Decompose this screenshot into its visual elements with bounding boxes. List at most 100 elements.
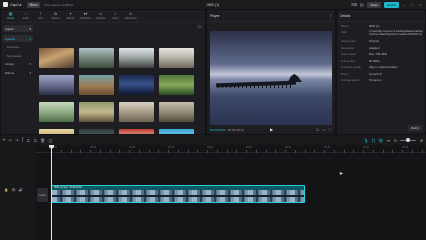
detail-label: Arrange layers: [341, 78, 360, 83]
delete-icon[interactable]: 🗑 [40, 138, 45, 143]
media-thumbnail[interactable] [79, 48, 114, 68]
link-icon[interactable]: ⛓ [379, 138, 384, 143]
player-controls: 00:00:00:00 00:00:18:19 ▶ ⊡ ▭ ⛶ [210, 126, 332, 133]
share-button[interactable]: Share [367, 1, 382, 8]
media-thumbnail[interactable] [159, 129, 194, 134]
detail-value: Rec. 709 SDR [369, 52, 387, 57]
media-thumbnail[interactable] [79, 102, 114, 122]
import-dropdown[interactable]: Import ▾ [3, 25, 33, 32]
media-thumbnail[interactable] [79, 129, 114, 134]
freeze-icon[interactable]: ◫ [48, 138, 52, 143]
media-thumbnail[interactable] [39, 75, 74, 95]
ruler-tick [402, 150, 403, 153]
pier-end [288, 74, 302, 82]
video-preview[interactable] [210, 31, 332, 125]
split-left-icon[interactable]: ⊏ [27, 138, 30, 143]
shortcuts-icon[interactable]: ⌨ [351, 2, 357, 7]
cover-button[interactable]: Cover [37, 188, 48, 202]
chevron-down-icon: ▾ [29, 26, 31, 31]
tab-adjustment[interactable]: ⊜ Adjustment [123, 11, 138, 21]
ruler-tick [177, 150, 179, 153]
stickers-icon: ✿ [53, 11, 58, 16]
media-thumbnail[interactable] [159, 48, 194, 68]
sidebar-item-label: Effects [5, 70, 15, 75]
media-thumbnail[interactable] [119, 129, 154, 134]
tab-text[interactable]: T Text [33, 11, 48, 21]
tab-transitions[interactable]: ⧓ Transitions [78, 11, 93, 21]
modify-button[interactable]: Modify [407, 125, 422, 131]
chevron-down-icon: ▾ [29, 70, 31, 75]
tool-tabs: ▦ Media ♪ Audio T Text ✿ Stickers ✦ Effects ⧓… [1, 10, 205, 23]
play-icon[interactable]: ▶ [270, 127, 273, 132]
ruler-tick [226, 150, 227, 153]
minimize-icon[interactable]: – [402, 2, 407, 7]
detail-label: Aspect ratio: [341, 39, 357, 44]
ruler-tick [158, 150, 159, 153]
sidebar-item-favorites[interactable]: Favorites [3, 44, 33, 51]
menu-button[interactable]: Menu [26, 1, 41, 8]
split-icon[interactable]: ⫿ [22, 138, 23, 143]
ruler-tick [294, 150, 296, 153]
tab-captions[interactable]: ▭ Captions [93, 11, 108, 21]
sidebar-item-spaces[interactable]: Spaces ▾ [3, 35, 33, 42]
media-thumbnail[interactable] [159, 102, 194, 122]
fullscreen-icon[interactable]: ⛶ [328, 128, 331, 132]
ruler-tick [363, 150, 364, 153]
zoom-out-icon[interactable]: ⊖ [394, 138, 397, 143]
crop-icon[interactable]: ⊡ [316, 128, 319, 132]
record-audio-icon[interactable]: 🎙 [364, 138, 369, 143]
lock-icon[interactable]: 🔒 [4, 188, 8, 192]
media-thumbnail[interactable] [39, 102, 74, 122]
ratio-icon[interactable]: ▭ [322, 128, 325, 132]
filter-icon[interactable]: ⚲≡ [197, 25, 202, 29]
player-panel: Player ≡ 00:00:00:00 00:00:18:19 ▶ ⊡ ▭ ⛶ [207, 10, 335, 134]
export-button[interactable]: Export [384, 1, 399, 8]
sidebar-item-library[interactable]: Library ▾ [3, 61, 33, 68]
audio-icon: ♪ [24, 11, 27, 16]
filters-icon: ◐ [114, 11, 117, 16]
undo-icon[interactable]: ↶ [9, 138, 12, 143]
zoom-slider[interactable] [400, 138, 417, 142]
media-thumbnail[interactable] [119, 48, 154, 68]
clip-duration: 00:00:18:19 [69, 186, 82, 189]
zoom-in-icon[interactable]: ⊕ [420, 138, 423, 143]
sidebar-item-presets[interactable]: My presets [3, 52, 33, 59]
tab-label: Media [7, 17, 14, 20]
tab-label: Transitions [79, 17, 92, 20]
media-thumbnail[interactable] [39, 129, 74, 134]
ruler-tick [343, 150, 344, 153]
layout-icon[interactable]: ▤ [359, 2, 364, 7]
media-thumbnail[interactable] [79, 75, 114, 95]
detail-row-colorspace: Color space: Rec. 709 SDR [341, 52, 423, 57]
sidebar-item-effects[interactable]: Effects ▾ [3, 69, 33, 76]
adjustment-icon: ⊜ [128, 11, 133, 16]
redo-icon[interactable]: ↷ [15, 138, 18, 143]
video-clip[interactable]: 0820 (1).mp4 00:00:18:19 [51, 185, 305, 203]
eye-icon[interactable]: 👁 [11, 188, 15, 192]
media-thumbnail[interactable] [159, 75, 194, 95]
tab-filters[interactable]: ◐ Filters [108, 11, 123, 21]
ruler-tick [119, 150, 120, 153]
split-right-icon[interactable]: ⊐ [33, 138, 36, 143]
close-icon[interactable]: × [418, 2, 423, 7]
tab-effects[interactable]: ✦ Effects [63, 11, 78, 21]
zoom-slider-knob[interactable] [406, 138, 411, 142]
tab-audio[interactable]: ♪ Audio [18, 11, 33, 21]
maximize-icon[interactable]: □ [410, 2, 415, 7]
project-title[interactable]: 0820 (1) [207, 3, 220, 7]
playhead[interactable] [51, 145, 52, 240]
media-thumbnail[interactable] [119, 102, 154, 122]
menu-icon[interactable]: ≡ [330, 13, 332, 18]
timeline-ruler[interactable]: 00:00 00:05 00:10 00:15 00:20 00:25 00:30 00:35… [36, 145, 426, 153]
mute-icon[interactable]: 🔊 [19, 188, 23, 192]
magnet-icon[interactable]: ⋂ [372, 138, 375, 143]
ruler-tick [216, 150, 218, 153]
tab-media[interactable]: ▦ Media [3, 11, 18, 21]
tab-stickers[interactable]: ✿ Stickers [48, 11, 63, 21]
ruler-tick [109, 150, 110, 153]
media-thumbnail[interactable] [39, 48, 74, 68]
timeline: 00:00 00:05 00:10 00:15 00:20 00:25 00:30 00:35… [0, 145, 426, 240]
preview-axis-icon[interactable]: ⇹ [387, 138, 390, 143]
select-icon[interactable]: ⌖ [3, 138, 5, 143]
media-thumbnail[interactable] [119, 75, 154, 95]
